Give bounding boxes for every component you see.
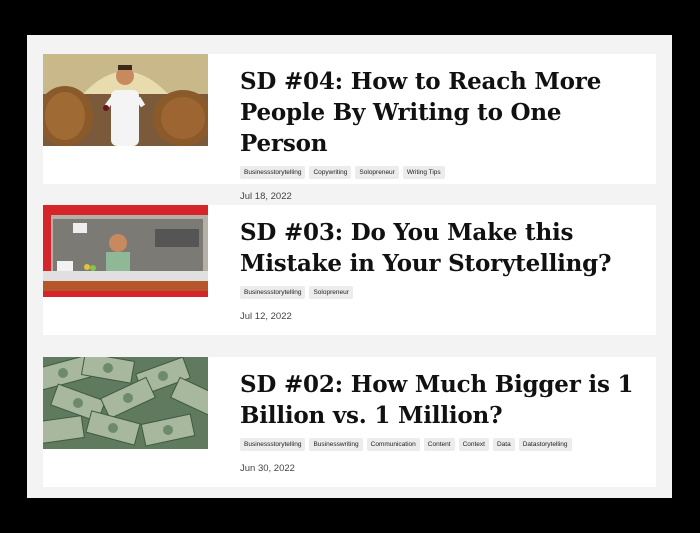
post-thumbnail-food-truck[interactable] [43,205,208,297]
tag-chip[interactable]: Data [492,438,515,451]
tag-chip[interactable]: Communication [366,438,420,451]
tag-chip[interactable]: Writing Tips [402,166,445,179]
post-card: SD #04: How to Reach More People By Writ… [43,54,656,202]
tag-chip[interactable]: Content [423,438,455,451]
post-title[interactable]: SD #02: How Much Bigger is 1 Billion vs.… [240,369,646,431]
post-date: Jul 18, 2022 [240,191,292,202]
tag-chip[interactable]: Copywriting [309,166,352,179]
post-date: Jul 12, 2022 [240,311,292,322]
post-card: SD #03: Do You Make this Mistake in Your… [43,205,656,335]
post-title[interactable]: SD #03: Do You Make this Mistake in Your… [240,217,646,279]
tag-chip[interactable]: Businessstorytelling [240,438,306,451]
post-list: SD #04: How to Reach More People By Writ… [27,35,672,498]
tag-chip[interactable]: Context [458,438,489,451]
post-date: Jun 30, 2022 [240,463,295,474]
tag-list: Businessstorytelling Solopreneur [240,286,646,299]
post-card: SD #02: How Much Bigger is 1 Billion vs.… [43,357,656,487]
tag-chip[interactable]: Datastorytelling [518,438,572,451]
post-title[interactable]: SD #04: How to Reach More People By Writ… [240,66,646,159]
tag-chip[interactable]: Solopreneur [309,286,353,299]
tag-chip[interactable]: Businessstorytelling [240,286,306,299]
tag-list: Businessstorytelling Businesswriting Com… [240,438,646,451]
tag-chip[interactable]: Businesswriting [309,438,363,451]
tag-chip[interactable]: Solopreneur [355,166,399,179]
post-thumbnail-dollar-bills[interactable] [43,357,208,449]
post-thumbnail-wine-cellar[interactable] [43,54,208,146]
tag-chip[interactable]: Businessstorytelling [240,166,306,179]
tag-list: Businessstorytelling Copywriting Solopre… [240,166,646,179]
